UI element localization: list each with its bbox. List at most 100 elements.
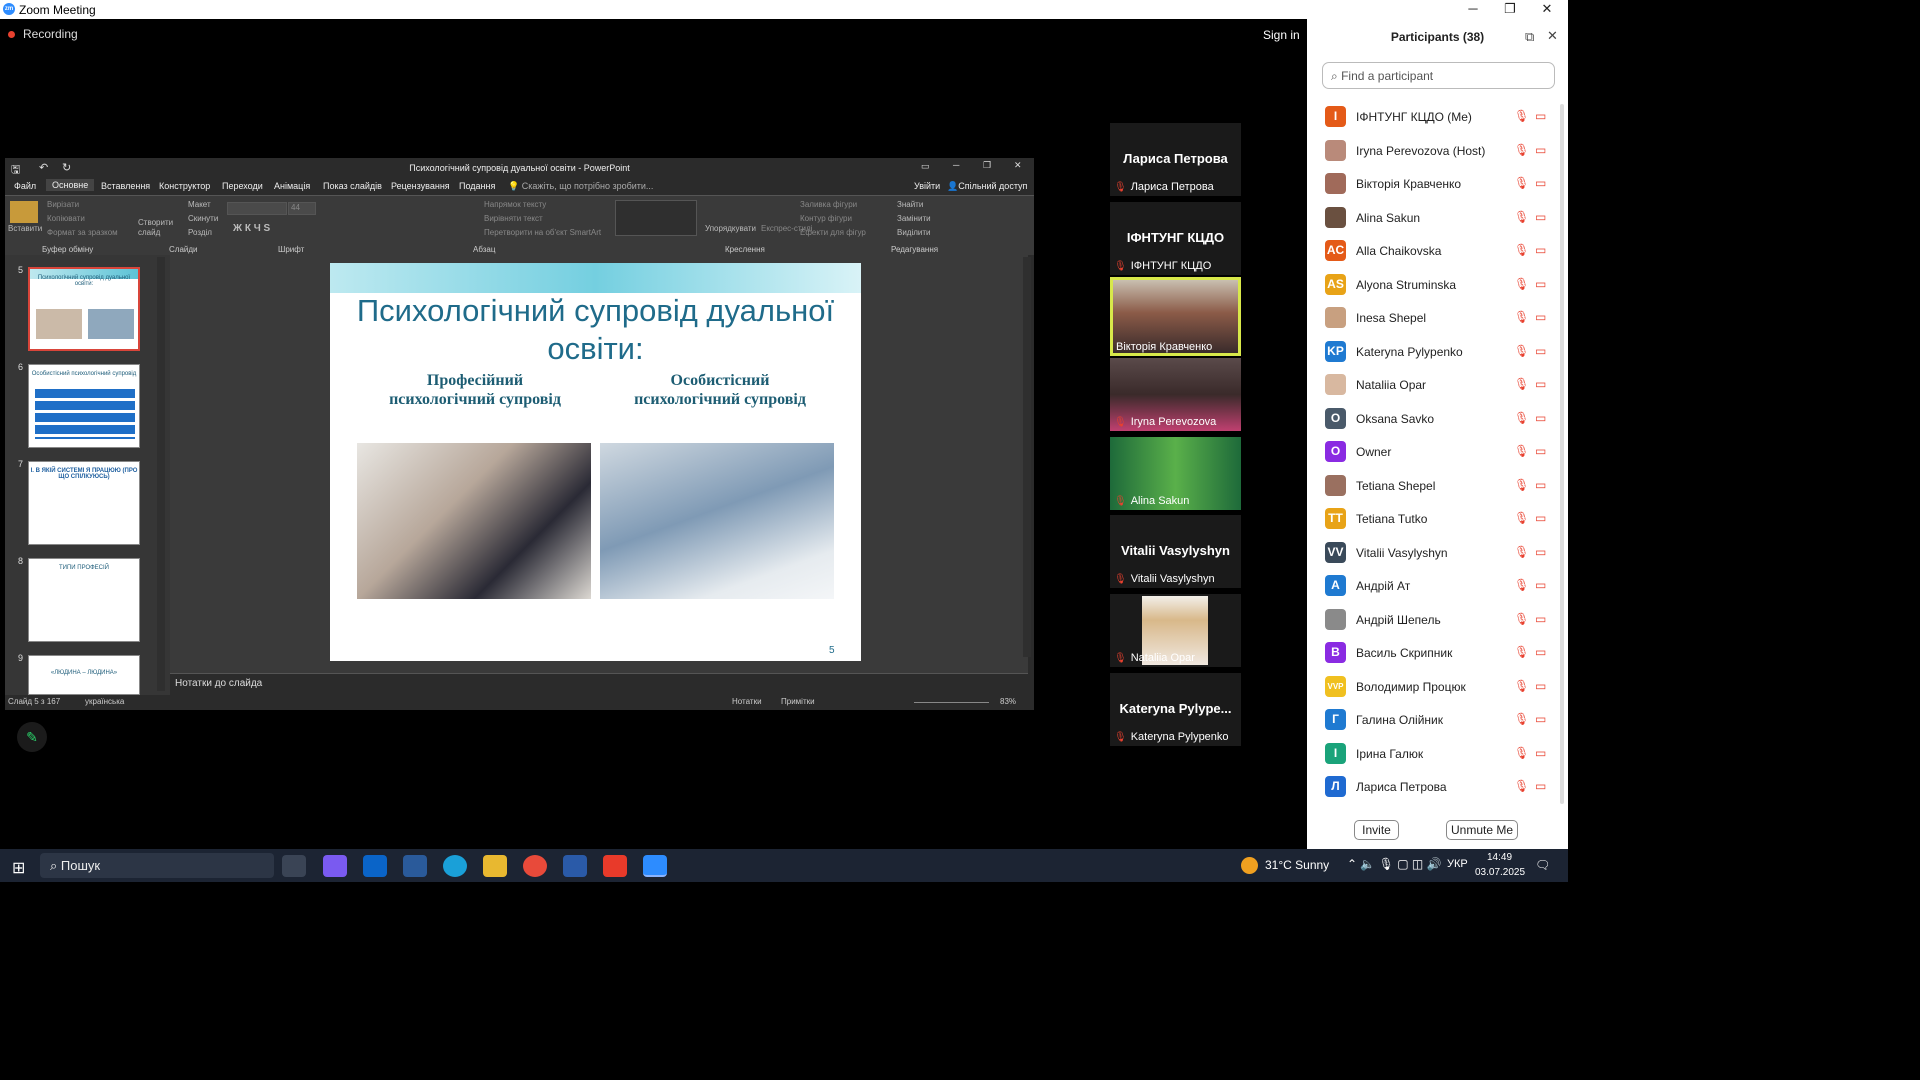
- cut-button[interactable]: Вирізати: [47, 200, 79, 209]
- invite-button[interactable]: Invite: [1354, 820, 1399, 840]
- reset-button[interactable]: Скинути: [188, 214, 218, 223]
- ribbon-display-icon[interactable]: ▭: [921, 161, 930, 172]
- participant-row[interactable]: VVP Володимир Процюк 🎙 ▭: [1307, 672, 1568, 705]
- video-off-icon[interactable]: ▭: [1535, 210, 1546, 224]
- participant-row[interactable]: TT Tetiana Tutko 🎙 ▭: [1307, 504, 1568, 537]
- video-off-icon[interactable]: ▭: [1535, 511, 1546, 525]
- participant-search-input[interactable]: ⌕ Find a participant: [1322, 62, 1555, 89]
- participant-row[interactable]: Андрій Шепель 🎙 ▭: [1307, 605, 1568, 638]
- copilot-icon[interactable]: [323, 855, 347, 877]
- file-explorer-icon[interactable]: [483, 855, 507, 877]
- participant-row[interactable]: O Owner 🎙 ▭: [1307, 437, 1568, 470]
- mic-muted-icon[interactable]: 🎙: [1514, 779, 1529, 793]
- popout-icon[interactable]: ⧉: [1525, 29, 1534, 45]
- thumbs-scrollbar[interactable]: [157, 257, 165, 691]
- word-icon[interactable]: [563, 855, 587, 877]
- video-off-icon[interactable]: ▭: [1535, 109, 1546, 123]
- copy-button[interactable]: Копіювати: [47, 214, 85, 223]
- new-slide-button[interactable]: Створити слайд: [138, 218, 173, 238]
- replace-button[interactable]: Замінити: [897, 214, 931, 223]
- shape-fill-button[interactable]: Заливка фігури: [800, 200, 857, 209]
- smartart-button[interactable]: Перетворити на об'єкт SmartArt: [484, 228, 601, 237]
- slide-thumbnail[interactable]: «ЛЮДИНА – ЛЮДИНА»: [28, 655, 140, 695]
- ppt-signin-link[interactable]: Увійти: [914, 181, 940, 191]
- clock-time[interactable]: 14:49: [1487, 852, 1512, 863]
- store-icon[interactable]: [403, 855, 427, 877]
- video-off-icon[interactable]: ▭: [1535, 176, 1546, 190]
- tab-home[interactable]: Основне: [46, 179, 95, 191]
- wps-icon[interactable]: [603, 855, 627, 877]
- participant-row[interactable]: Nataliia Opar 🎙 ▭: [1307, 370, 1568, 403]
- mic-muted-icon[interactable]: 🎙: [1514, 109, 1529, 123]
- slide-scrollbar[interactable]: [1023, 257, 1031, 657]
- video-off-icon[interactable]: ▭: [1535, 310, 1546, 324]
- video-off-icon[interactable]: ▭: [1535, 645, 1546, 659]
- participant-row[interactable]: Inesa Shepel 🎙 ▭: [1307, 303, 1568, 336]
- tab-animation[interactable]: Анімація: [274, 181, 310, 191]
- participant-row[interactable]: VV Vitalii Vasylyshyn 🎙 ▭: [1307, 538, 1568, 571]
- participant-row[interactable]: Alina Sakun 🎙 ▭: [1307, 203, 1568, 236]
- slide-thumbnail[interactable]: ТИПИ ПРОФЕСІЙ: [28, 558, 140, 642]
- mic-muted-icon[interactable]: 🎙: [1514, 746, 1529, 760]
- mic-muted-icon[interactable]: 🎙: [1514, 210, 1529, 224]
- edge-icon[interactable]: [443, 855, 467, 877]
- zoom-level[interactable]: 83%: [1000, 697, 1016, 706]
- chrome-icon[interactable]: [523, 855, 547, 877]
- tray-icons[interactable]: ⌃ 🔈 🎙 ▢ ◫ 🔊: [1347, 857, 1442, 871]
- restore-button[interactable]: ❐: [1490, 0, 1530, 19]
- arrange-button[interactable]: Упорядкувати: [705, 224, 756, 233]
- participant-row[interactable]: Вікторія Кравченко 🎙 ▭: [1307, 169, 1568, 202]
- comments-toggle[interactable]: Примітки: [781, 697, 815, 706]
- participant-row[interactable]: Iryna Perevozova (Host) 🎙 ▭: [1307, 136, 1568, 169]
- weather-text[interactable]: 31°C Sunny: [1265, 858, 1329, 872]
- mic-muted-icon[interactable]: 🎙: [1514, 176, 1529, 190]
- video-off-icon[interactable]: ▭: [1535, 712, 1546, 726]
- participants-scrollbar[interactable]: [1560, 104, 1564, 804]
- notes-toggle[interactable]: Нотатки: [732, 697, 762, 706]
- close-button[interactable]: ✕: [1527, 0, 1567, 19]
- clock-date[interactable]: 03.07.2025: [1475, 867, 1525, 878]
- video-off-icon[interactable]: ▭: [1535, 578, 1546, 592]
- bold-button[interactable]: Ж К Ч S: [233, 223, 270, 234]
- mic-muted-icon[interactable]: 🎙: [1514, 679, 1529, 693]
- current-slide[interactable]: Психологічний супровід дуальної освіти: …: [330, 263, 861, 661]
- font-name-select[interactable]: [227, 202, 287, 215]
- start-icon[interactable]: ⊞: [12, 858, 25, 878]
- video-off-icon[interactable]: ▭: [1535, 679, 1546, 693]
- mic-muted-icon[interactable]: 🎙: [1514, 645, 1529, 659]
- mic-muted-icon[interactable]: 🎙: [1514, 411, 1529, 425]
- shape-effects-button[interactable]: Ефекти для фігур: [800, 228, 866, 237]
- mic-muted-icon[interactable]: 🎙: [1514, 277, 1529, 291]
- participant-row[interactable]: В Василь Скрипник 🎙 ▭: [1307, 638, 1568, 671]
- shape-outline-button[interactable]: Контур фігури: [800, 214, 852, 223]
- mic-muted-icon[interactable]: 🎙: [1514, 712, 1529, 726]
- outlook-icon[interactable]: [363, 855, 387, 877]
- tab-design[interactable]: Конструктор: [159, 181, 210, 191]
- mic-muted-icon[interactable]: 🎙: [1514, 478, 1529, 492]
- video-off-icon[interactable]: ▭: [1535, 545, 1546, 559]
- video-off-icon[interactable]: ▭: [1535, 444, 1546, 458]
- video-off-icon[interactable]: ▭: [1535, 243, 1546, 257]
- participant-row[interactable]: KP Kateryna Pylypenko 🎙 ▭: [1307, 337, 1568, 370]
- video-off-icon[interactable]: ▭: [1535, 612, 1546, 626]
- mic-muted-icon[interactable]: 🎙: [1514, 444, 1529, 458]
- task-view-icon[interactable]: [282, 855, 306, 877]
- section-button[interactable]: Розділ: [188, 228, 212, 237]
- participant-row[interactable]: Tetiana Shepel 🎙 ▭: [1307, 471, 1568, 504]
- slide-thumbnail[interactable]: І. В ЯКІЙ СИСТЕМІ Я ПРАЦЮЮ (ПРО ЩО СПІЛК…: [28, 461, 140, 545]
- notes-pane[interactable]: Нотатки до слайда: [170, 673, 1028, 695]
- zoom-slider[interactable]: [914, 702, 989, 703]
- participant-row[interactable]: А Андрій Ат 🎙 ▭: [1307, 571, 1568, 604]
- mic-muted-icon[interactable]: 🎙: [1514, 377, 1529, 391]
- slide-thumbnail[interactable]: Психологічний супровід дуальної освіти:: [28, 267, 140, 351]
- video-off-icon[interactable]: ▭: [1535, 344, 1546, 358]
- tab-slideshow[interactable]: Показ слайдів: [323, 181, 382, 191]
- align-text-button[interactable]: Вирівняти текст: [484, 214, 543, 223]
- participant-row[interactable]: O Oksana Savko 🎙 ▭: [1307, 404, 1568, 437]
- tab-transitions[interactable]: Переходи: [222, 181, 263, 191]
- mic-muted-icon[interactable]: 🎙: [1514, 344, 1529, 358]
- mic-muted-icon[interactable]: 🎙: [1514, 612, 1529, 626]
- tell-me-input[interactable]: 💡 Скажіть, що потрібно зробити...: [508, 181, 653, 192]
- taskbar-search[interactable]: ⌕ Пошук: [40, 853, 274, 878]
- minimize-button[interactable]: ─: [1453, 0, 1493, 19]
